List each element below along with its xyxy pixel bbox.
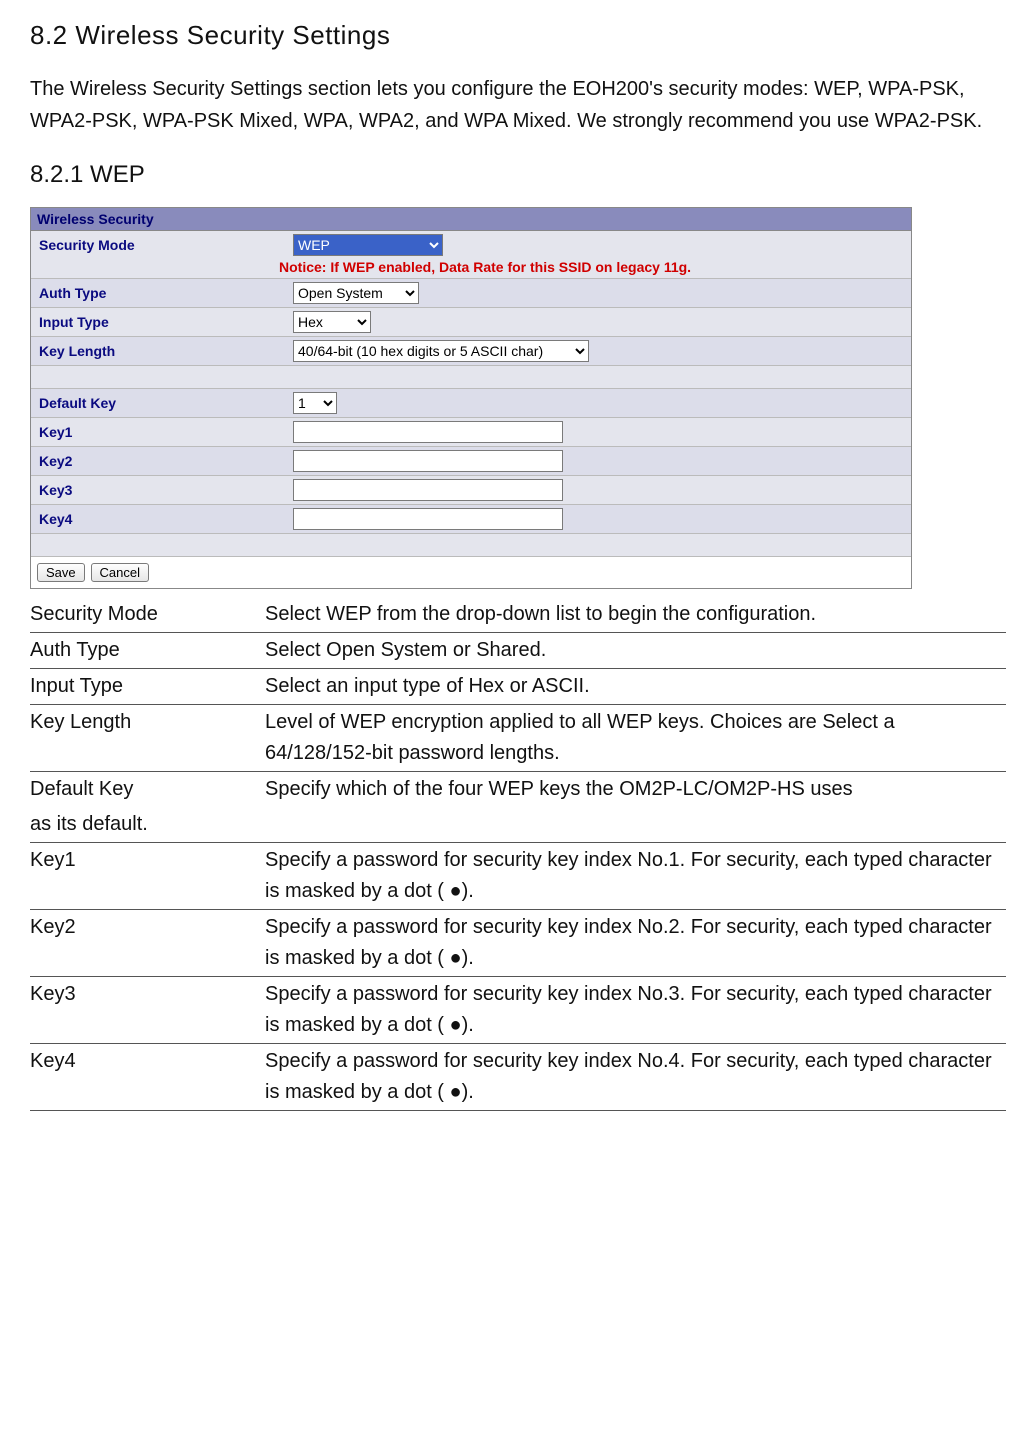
key1-label: Key1: [31, 420, 287, 444]
key2-label: Key2: [31, 449, 287, 473]
subsection-heading: 8.2.1 WEP: [30, 161, 1006, 189]
key-length-label: Key Length: [31, 339, 287, 363]
panel-title: Wireless Security: [31, 208, 911, 231]
desc-def: Specify a password for security key inde…: [265, 977, 1006, 1044]
key2-input[interactable]: [293, 450, 563, 472]
wireless-security-panel: Wireless Security Security Mode WEP Noti…: [30, 207, 912, 589]
desc-term: Auth Type: [30, 633, 265, 669]
desc-term: Security Mode: [30, 597, 265, 633]
section-heading: 8.2 Wireless Security Settings: [30, 20, 1006, 51]
key1-input[interactable]: [293, 421, 563, 443]
input-type-select[interactable]: Hex: [293, 311, 371, 333]
security-mode-select[interactable]: WEP: [293, 234, 443, 256]
auth-type-label: Auth Type: [31, 281, 287, 305]
desc-def: Specify which of the four WEP keys the O…: [265, 772, 1006, 808]
desc-term: Default Key: [30, 772, 265, 808]
desc-def: Select WEP from the drop-down list to be…: [265, 597, 1006, 633]
desc-def: Specify a password for security key inde…: [265, 910, 1006, 977]
desc-term: Key Length: [30, 705, 265, 772]
field-description-table-cont: Key1 Specify a password for security key…: [30, 843, 1006, 1111]
wep-notice: Notice: If WEP enabled, Data Rate for th…: [31, 259, 911, 278]
field-description-table: Security Mode Select WEP from the drop-d…: [30, 597, 1006, 807]
desc-term: Input Type: [30, 669, 265, 705]
key3-label: Key3: [31, 478, 287, 502]
default-key-label: Default Key: [31, 391, 287, 415]
default-key-select[interactable]: 1: [293, 392, 337, 414]
intro-paragraph: The Wireless Security Settings section l…: [30, 73, 1006, 137]
desc-term: Key3: [30, 977, 265, 1044]
desc-def: Level of WEP encryption applied to all W…: [265, 705, 1006, 772]
desc-term: Key2: [30, 910, 265, 977]
desc-def-continuation: as its default.: [30, 807, 1006, 843]
key4-label: Key4: [31, 507, 287, 531]
desc-def: Select Open System or Shared.: [265, 633, 1006, 669]
desc-def: Specify a password for security key inde…: [265, 1044, 1006, 1111]
key-length-select[interactable]: 40/64-bit (10 hex digits or 5 ASCII char…: [293, 340, 589, 362]
desc-def: Select an input type of Hex or ASCII.: [265, 669, 1006, 705]
key3-input[interactable]: [293, 479, 563, 501]
desc-def: Specify a password for security key inde…: [265, 843, 1006, 910]
save-button[interactable]: Save: [37, 563, 85, 582]
security-mode-label: Security Mode: [31, 233, 287, 257]
desc-term: Key1: [30, 843, 265, 910]
input-type-label: Input Type: [31, 310, 287, 334]
cancel-button[interactable]: Cancel: [91, 563, 149, 582]
auth-type-select[interactable]: Open System: [293, 282, 419, 304]
key4-input[interactable]: [293, 508, 563, 530]
desc-term: Key4: [30, 1044, 265, 1111]
